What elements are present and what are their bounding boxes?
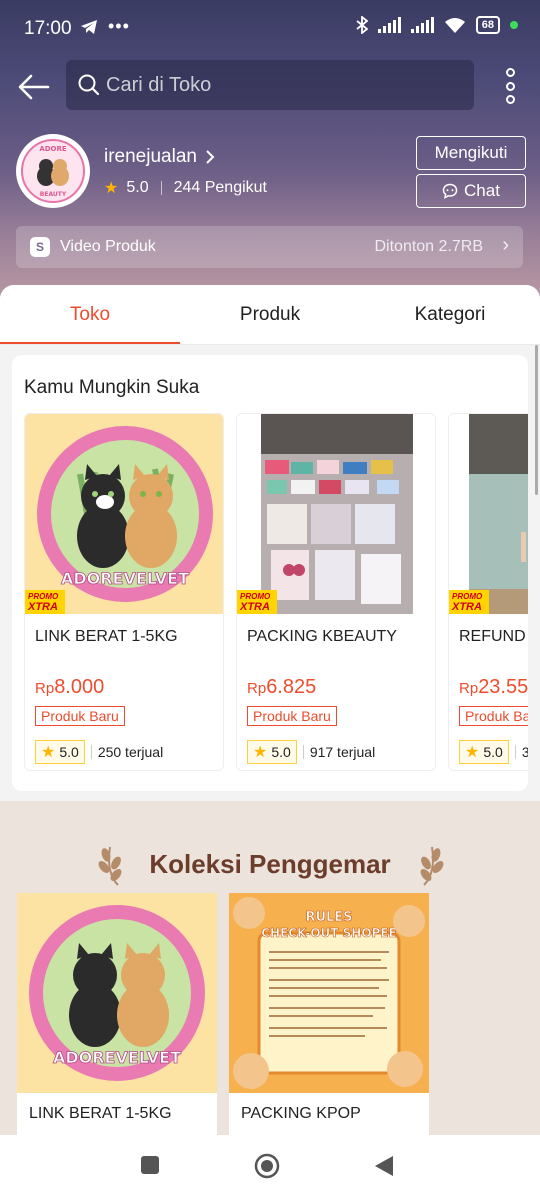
collection-product-card[interactable]: ADOREVELVET LINK BERAT 1-5KG <box>17 893 217 1135</box>
video-label: Video Produk <box>60 238 156 255</box>
product-name: PACKING KPOP <box>241 1105 361 1122</box>
shop-tabs: Toko Produk Kategori <box>0 285 540 345</box>
product-sold: 250 terjual <box>97 744 164 760</box>
tab-produk[interactable]: Produk <box>180 285 360 344</box>
promo-xtra-badge: PROMO XTRA <box>25 590 65 614</box>
svg-text:RULES: RULES <box>305 910 352 925</box>
product-price: Rp6.825 <box>247 676 317 698</box>
star-icon: ★ <box>465 744 480 761</box>
follow-button[interactable]: Mengikuti <box>416 136 526 170</box>
home-button[interactable] <box>254 1153 280 1179</box>
promo-xtra-badge: PROMO XTRA <box>449 590 489 614</box>
collection-product-card[interactable]: RULES CHECK-OUT SHOPEE PACKING KPOP <box>229 893 429 1135</box>
product-image: PROMO XTRA <box>237 414 435 614</box>
more-notifications-icon: ••• <box>108 16 130 36</box>
svg-text:CHECK-OUT SHOPEE: CHECK-OUT SHOPEE <box>261 926 396 940</box>
chat-button[interactable]: Chat <box>416 174 526 208</box>
star-icon: ★ <box>253 744 268 761</box>
product-price: Rp8.000 <box>35 676 105 698</box>
bluetooth-icon <box>356 16 368 34</box>
video-produk-bar[interactable]: S Video Produk Ditonton 2.7RB › <box>16 226 523 268</box>
scrollbar[interactable] <box>535 345 538 495</box>
product-image: PROMO XTRA <box>449 414 528 614</box>
system-navigation-bar <box>0 1135 540 1200</box>
chat-icon <box>442 183 458 199</box>
status-time: 17:00 <box>24 18 72 39</box>
signal-icon <box>377 17 401 33</box>
product-rating: ★ 5.0 250 terjual <box>35 740 163 764</box>
new-product-badge: Produk Baru <box>247 706 337 726</box>
shop-name-link[interactable]: irenejualan <box>104 146 215 168</box>
video-product-icon: S <box>30 237 50 257</box>
svg-text:ADOREVELVET: ADOREVELVET <box>61 569 189 588</box>
product-price: Rp23.55 <box>459 676 528 698</box>
product-image: RULES CHECK-OUT SHOPEE <box>229 893 429 1093</box>
more-options-button[interactable] <box>502 68 518 104</box>
back-arrow-icon <box>18 74 50 100</box>
top-bar <box>0 60 540 112</box>
new-product-badge: Produk Ba <box>459 706 528 726</box>
battery-icon: 68 <box>475 16 500 34</box>
svg-text:BEAUTY: BEAUTY <box>40 191 67 198</box>
shop-info: ADORE BEAUTY irenejualan ★ 5.0 244 Pengi… <box>16 132 526 212</box>
shop-content: Toko Produk Kategori Kamu Mungkin Suka A… <box>0 285 540 1135</box>
wheat-right-icon <box>420 846 444 886</box>
tab-toko[interactable]: Toko <box>0 285 180 344</box>
telegram-icon <box>81 19 97 34</box>
signal-icon <box>410 17 434 33</box>
wifi-icon <box>444 18 465 33</box>
star-icon: ★ <box>41 744 56 761</box>
section-title: Kamu Mungkin Suka <box>24 377 200 398</box>
chat-label: Chat <box>464 181 500 200</box>
product-name: PACKING KBEAUTY <box>247 628 397 645</box>
shop-rating: 5.0 <box>126 179 149 196</box>
shop-name: irenejualan <box>104 146 197 167</box>
product-card[interactable]: PROMO XTRA PACKING KBEAUTY Rp6.825 Produk… <box>236 413 436 771</box>
product-rating: ★5.0 3 <box>459 740 528 764</box>
promo-xtra-badge: PROMO XTRA <box>237 590 277 614</box>
product-image: ADOREVELVET <box>17 893 217 1093</box>
video-views: Ditonton 2.7RB <box>374 238 483 255</box>
product-carousel[interactable]: ADOREVELVET PROMO XTRA LINK BERAT 1-5KG R… <box>24 413 528 773</box>
search-bar[interactable] <box>66 60 474 110</box>
product-card[interactable]: PROMO XTRA REFUND Rp23.55 Produk Ba ★ 5.0 … <box>448 413 528 771</box>
search-icon <box>78 74 100 96</box>
chevron-right-icon: › <box>502 234 509 256</box>
search-input[interactable] <box>106 73 466 97</box>
status-bar: 17:00 ••• 68 <box>0 0 540 58</box>
product-sold: 917 terjual <box>309 744 376 760</box>
shop-stats: ★ 5.0 244 Pengikut <box>104 178 267 198</box>
product-name: LINK BERAT 1-5KG <box>35 628 178 645</box>
koleksi-title: Koleksi Penggemar <box>149 849 391 879</box>
product-image: ADOREVELVET PROMO XTRA <box>25 414 223 614</box>
back-button[interactable] <box>12 66 56 106</box>
product-card[interactable]: ADOREVELVET PROMO XTRA LINK BERAT 1-5KG R… <box>24 413 224 771</box>
recommendation-section: Kamu Mungkin Suka ADOREVELVET PROMO XTRA… <box>12 355 528 791</box>
star-icon: ★ <box>104 180 119 197</box>
new-product-badge: Produk Baru <box>35 706 125 726</box>
product-sold: 3 <box>522 744 528 760</box>
svg-text:ADOREVELVET: ADOREVELVET <box>53 1048 181 1067</box>
svg-text:ADORE: ADORE <box>39 145 67 153</box>
chevron-right-icon <box>206 150 215 164</box>
product-rating: ★ 5.0 917 terjual <box>247 740 375 764</box>
product-name: LINK BERAT 1-5KG <box>29 1105 172 1122</box>
back-nav-button[interactable] <box>374 1155 394 1177</box>
recent-apps-button[interactable] <box>140 1155 160 1175</box>
privacy-indicator-icon <box>510 21 518 29</box>
product-name: REFUND <box>459 628 526 645</box>
shop-followers: 244 Pengikut <box>173 179 267 196</box>
koleksi-penggemar-section: Koleksi Penggemar ADOREVELVET LINK BERAT… <box>0 801 540 1135</box>
tab-kategori[interactable]: Kategori <box>360 285 540 344</box>
shop-logo-image: ADORE BEAUTY <box>17 135 89 207</box>
shop-avatar[interactable]: ADORE BEAUTY <box>16 134 90 208</box>
